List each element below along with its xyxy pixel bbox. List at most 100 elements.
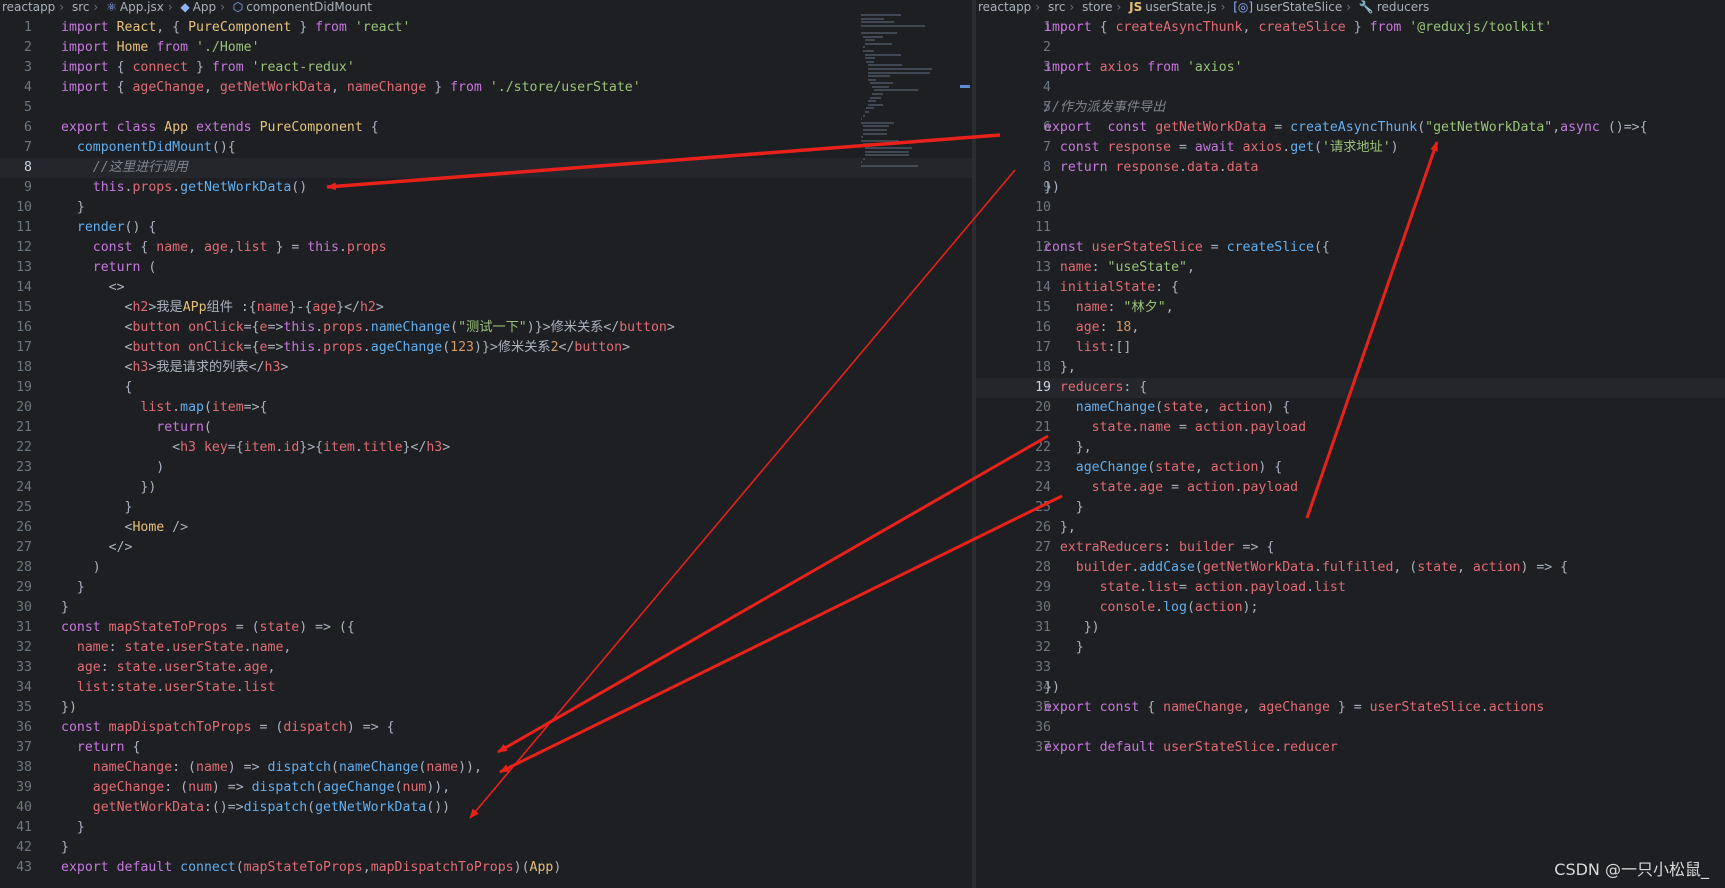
code-line[interactable]: 42} xyxy=(0,838,972,858)
code-line[interactable]: 30} xyxy=(0,598,972,618)
code-text[interactable]: state.list= action.payload.list xyxy=(1044,578,1346,598)
breadcrumb-item[interactable]: reactapp xyxy=(2,0,55,14)
code-text[interactable]: name: "林夕", xyxy=(1044,298,1174,318)
code-text[interactable]: } xyxy=(61,598,69,618)
code-text[interactable]: }) xyxy=(1044,618,1100,638)
code-text[interactable]: list:[] xyxy=(1044,338,1132,358)
code-line[interactable]: 34}) xyxy=(976,678,1725,698)
code-text[interactable]: const userStateSlice = createSlice({ xyxy=(1044,238,1330,258)
code-text[interactable]: } xyxy=(61,578,85,598)
code-line[interactable]: 41 } xyxy=(0,818,972,838)
code-line[interactable]: 31 }) xyxy=(976,618,1725,638)
code-line[interactable]: 25 } xyxy=(976,498,1725,518)
code-line[interactable]: 1 import { createAsyncThunk, createSlice … xyxy=(976,18,1725,38)
code-line[interactable]: 8 //这里进行调用 xyxy=(0,158,972,178)
code-text[interactable]: }, xyxy=(1044,438,1092,458)
code-line[interactable]: 2 import Home from './Home' xyxy=(0,38,972,58)
code-text[interactable]: }) xyxy=(1044,678,1060,698)
code-text[interactable]: } xyxy=(61,818,85,838)
code-text[interactable]: <h2>我是APp组件 :{name}-{age}</h2> xyxy=(61,298,384,318)
code-line[interactable]: 3 import axios from 'axios' xyxy=(976,58,1725,78)
code-text[interactable]: ) xyxy=(61,458,164,478)
breadcrumb-item[interactable]: userState.js xyxy=(1145,0,1216,14)
code-line[interactable]: 34 list:state.userState.list xyxy=(0,678,972,698)
code-text[interactable]: }, xyxy=(1044,358,1076,378)
code-line[interactable]: 10 } xyxy=(0,198,972,218)
code-text[interactable]: ) xyxy=(61,558,101,578)
code-text[interactable]: age: 18, xyxy=(1044,318,1140,338)
code-line[interactable]: 29 } xyxy=(0,578,972,598)
code-line[interactable]: 23 ) xyxy=(0,458,972,478)
code-text[interactable]: return response.data.data xyxy=(1044,158,1259,178)
code-text[interactable]: //这里进行调用 xyxy=(61,158,188,178)
code-line[interactable]: 11 xyxy=(976,218,1725,238)
code-text[interactable]: export const { nameChange, ageChange } =… xyxy=(1044,698,1544,718)
code-line[interactable]: 16 <button onClick={e=>this.props.nameCh… xyxy=(0,318,972,338)
code-line[interactable]: 14 <> xyxy=(0,278,972,298)
breadcrumb-item[interactable]: store xyxy=(1082,0,1112,14)
code-text[interactable]: } xyxy=(61,498,133,518)
code-line[interactable]: 16 age: 18, xyxy=(976,318,1725,338)
code-text[interactable]: }) xyxy=(61,698,77,718)
breadcrumb-item[interactable]: userStateSlice xyxy=(1256,0,1342,14)
code-line[interactable]: 27 </> xyxy=(0,538,972,558)
code-text[interactable]: name: state.userState.name, xyxy=(61,638,291,658)
code-text[interactable]: ageChange(state, action) { xyxy=(1044,458,1282,478)
code-line[interactable]: 9 this.props.getNetWorkData() xyxy=(0,178,972,198)
left-editor-pane[interactable]: reactapp › src › ⚛ App.jsx › ◆ App › ⬡ componen… xyxy=(0,0,972,888)
code-text[interactable]: import { connect } from 'react-redux' xyxy=(61,58,355,78)
code-line[interactable]: 17 list:[] xyxy=(976,338,1725,358)
code-text[interactable]: nameChange: (name) => dispatch(nameChang… xyxy=(61,758,482,778)
code-text[interactable]: //作为派发事件导出 xyxy=(1044,98,1165,118)
code-line[interactable]: 31 const mapStateToProps = (state) => ({ xyxy=(0,618,972,638)
code-line[interactable]: 33 xyxy=(976,658,1725,678)
code-line[interactable]: 35 export const { nameChange, ageChange }… xyxy=(976,698,1725,718)
code-line[interactable]: 23 ageChange(state, action) { xyxy=(976,458,1725,478)
code-text[interactable]: } xyxy=(61,838,69,858)
code-text[interactable]: list:state.userState.list xyxy=(61,678,276,698)
code-text[interactable]: return( xyxy=(61,418,212,438)
code-line[interactable]: 24 }) xyxy=(0,478,972,498)
right-editor-pane[interactable]: reactapp › src › store › JS userState.js › [◎… xyxy=(976,0,1725,888)
code-line[interactable]: 22 <h3 key={item.id}>{item.title}</h3> xyxy=(0,438,972,458)
scroll-indicator[interactable] xyxy=(960,85,970,88)
code-text[interactable]: initialState: { xyxy=(1044,278,1179,298)
code-text[interactable]: return { xyxy=(61,738,141,758)
code-line[interactable]: 12 const { name, age,list } = this.props xyxy=(0,238,972,258)
code-line[interactable]: 13 return ( xyxy=(0,258,972,278)
code-line[interactable]: 7 componentDidMount(){ xyxy=(0,138,972,158)
code-text[interactable]: name: "useState", xyxy=(1044,258,1195,278)
code-text[interactable]: componentDidMount(){ xyxy=(61,138,236,158)
code-text[interactable]: }, xyxy=(1044,518,1076,538)
code-text[interactable]: import { createAsyncThunk, createSlice }… xyxy=(1044,18,1552,38)
code-text[interactable]: render() { xyxy=(61,218,156,238)
code-text[interactable]: builder.addCase(getNetWorkData.fulfilled… xyxy=(1044,558,1568,578)
code-line[interactable]: 14 initialState: { xyxy=(976,278,1725,298)
breadcrumb-item[interactable]: reducers xyxy=(1377,0,1429,14)
code-line[interactable]: 37 return { xyxy=(0,738,972,758)
code-line[interactable]: 18 }, xyxy=(976,358,1725,378)
code-line[interactable]: 1 import React, { PureComponent } from 'r… xyxy=(0,18,972,38)
code-text[interactable]: import React, { PureComponent } from 're… xyxy=(61,18,410,38)
code-text[interactable]: <button onClick={e=>this.props.nameChang… xyxy=(61,318,675,338)
code-line[interactable]: 33 age: state.userState.age, xyxy=(0,658,972,678)
code-text[interactable]: age: state.userState.age, xyxy=(61,658,276,678)
code-text[interactable]: export const getNetWorkData = createAsyn… xyxy=(1044,118,1648,138)
code-text[interactable]: <h3>我是请求的列表</h3> xyxy=(61,358,289,378)
code-line[interactable]: 20 nameChange(state, action) { xyxy=(976,398,1725,418)
breadcrumb-item[interactable]: src xyxy=(1048,0,1066,14)
code-text[interactable]: export default userStateSlice.reducer xyxy=(1044,738,1338,758)
code-text[interactable]: this.props.getNetWorkData() xyxy=(61,178,307,198)
code-line[interactable]: 27 extraReducers: builder => { xyxy=(976,538,1725,558)
breadcrumb-item[interactable]: App xyxy=(193,0,216,14)
code-line[interactable]: 13 name: "useState", xyxy=(976,258,1725,278)
code-line[interactable]: 29 state.list= action.payload.list xyxy=(976,578,1725,598)
left-code-area[interactable]: 1 import React, { PureComponent } from 'r… xyxy=(0,18,972,878)
breadcrumb-item[interactable]: src xyxy=(72,0,90,14)
code-text[interactable]: <h3 key={item.id}>{item.title}</h3> xyxy=(61,438,450,458)
code-line[interactable]: 20 list.map(item=>{ xyxy=(0,398,972,418)
code-line[interactable]: 43 export default connect(mapStateToProps… xyxy=(0,858,972,878)
code-text[interactable]: } xyxy=(61,198,85,218)
breadcrumb-item[interactable]: App.jsx xyxy=(120,0,164,14)
code-line[interactable]: 5//作为派发事件导出 xyxy=(976,98,1725,118)
